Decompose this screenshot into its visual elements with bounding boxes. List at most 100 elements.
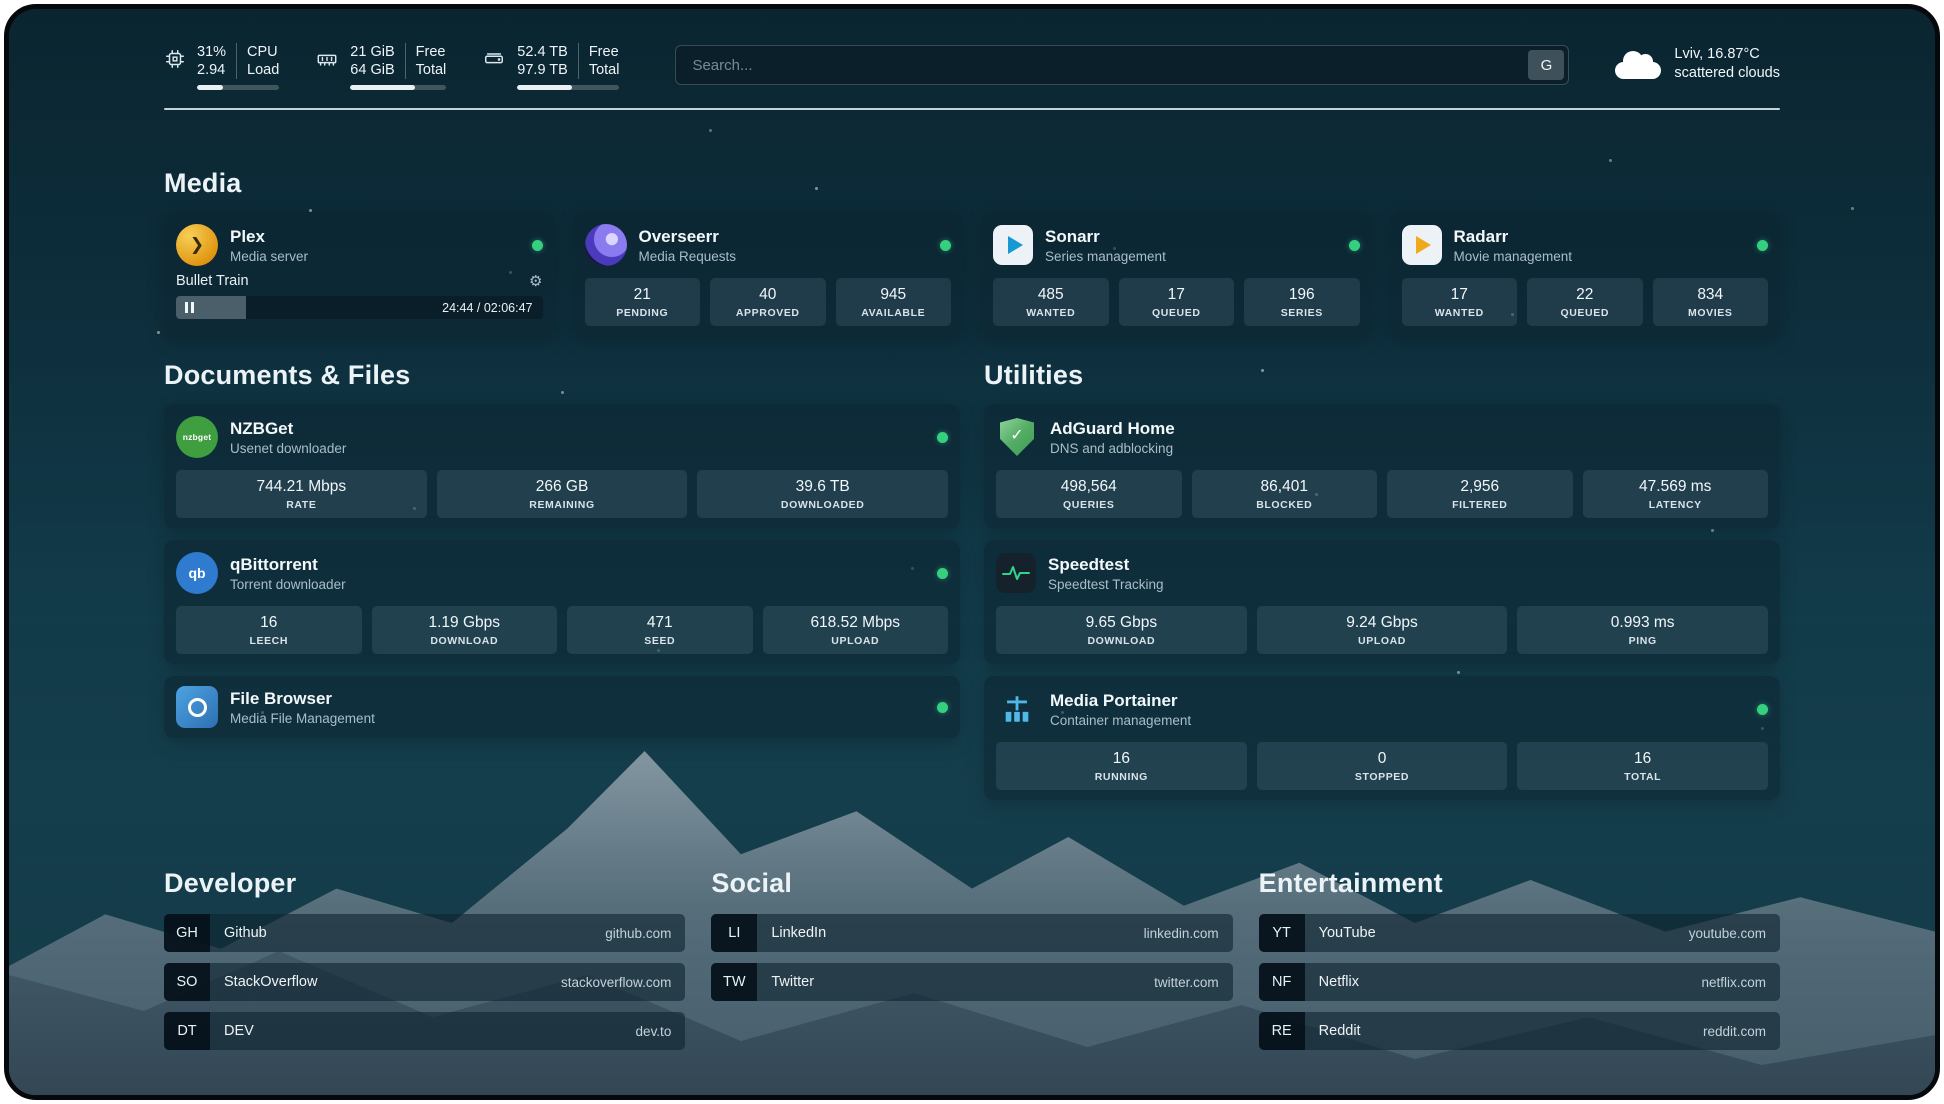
stat-total: 16 TOTAL: [1517, 742, 1768, 790]
dashboard-screen: 31% 2.94 CPU Load: [4, 4, 1940, 1100]
bookmark-reddit[interactable]: RE Reddit reddit.com: [1259, 1012, 1780, 1050]
bookmark-name: Netflix: [1319, 974, 1359, 990]
memory-progress-bar: [350, 85, 446, 90]
bookmark-twitter[interactable]: TW Twitter twitter.com: [711, 963, 1232, 1001]
bookmark-domain: reddit.com: [1703, 1024, 1766, 1039]
bookmark-dev[interactable]: DT DEV dev.to: [164, 1012, 685, 1050]
now-playing-title: Bullet Train: [176, 273, 249, 289]
service-name: Speedtest: [1048, 554, 1164, 575]
stat-series: 196 SERIES: [1244, 278, 1360, 326]
card-speedtest[interactable]: Speedtest Speedtest Tracking 9.65 Gbps D…: [984, 540, 1780, 664]
playback-time: 24:44 / 02:06:47: [442, 301, 542, 315]
status-dot-online: [937, 702, 948, 713]
section-title-documents: Documents & Files: [164, 360, 960, 391]
card-plex[interactable]: Plex Media server Bullet Train 24:44 / 0…: [164, 212, 555, 336]
search-input[interactable]: [675, 45, 1569, 85]
stat-approved: 40 APPROVED: [710, 278, 826, 326]
search-bar: G: [675, 45, 1569, 85]
bookmarks-social: Social LI LinkedIn linkedin.com TW Twitt…: [711, 868, 1232, 1012]
settings-gear-icon[interactable]: [529, 274, 542, 289]
nzbget-icon: nzbget: [176, 416, 218, 458]
bookmark-domain: linkedin.com: [1144, 926, 1219, 941]
bookmark-netflix[interactable]: NF Netflix netflix.com: [1259, 963, 1780, 1001]
bookmark-name: Reddit: [1319, 1023, 1361, 1039]
bookmark-stackoverflow[interactable]: SO StackOverflow stackoverflow.com: [164, 963, 685, 1001]
portainer-crane-icon: [996, 688, 1038, 730]
cloud-icon: [1615, 62, 1661, 79]
status-dot-online: [940, 240, 951, 251]
status-dot-online: [1757, 704, 1768, 715]
overseerr-icon: [585, 224, 627, 266]
weather-widget: Lviv, 16.87°C scattered clouds: [1615, 45, 1780, 83]
card-portainer[interactable]: Media Portainer Container management 16 …: [984, 676, 1780, 800]
memory-free-value: 21 GiB: [350, 43, 394, 61]
bookmark-domain: netflix.com: [1701, 975, 1766, 990]
stat-latency: 47.569 ms LATENCY: [1583, 470, 1769, 518]
bookmark-name: StackOverflow: [224, 974, 317, 990]
stat-downloaded: 39.6 TB DOWNLOADED: [697, 470, 948, 518]
service-name: AdGuard Home: [1050, 418, 1175, 439]
stat-pending: 21 PENDING: [585, 278, 701, 326]
service-subtitle: Media File Management: [230, 710, 375, 727]
card-qbittorrent[interactable]: qb qBittorrent Torrent downloader 16 LEE…: [164, 540, 960, 664]
weather-location: Lviv, 16.87°C: [1674, 45, 1780, 64]
bookmark-youtube[interactable]: YT YouTube youtube.com: [1259, 914, 1780, 952]
qbittorrent-icon: qb: [176, 552, 218, 594]
resource-widgets: 31% 2.94 CPU Load: [164, 43, 619, 90]
stat-upload: 618.52 Mbps UPLOAD: [763, 606, 949, 654]
service-name: NZBGet: [230, 418, 346, 439]
search-provider-button[interactable]: G: [1528, 50, 1564, 80]
bookmark-domain: github.com: [605, 926, 671, 941]
cpu-chip-icon: [164, 48, 186, 70]
adguard-shield-icon: [996, 416, 1038, 458]
weather-condition: scattered clouds: [1674, 64, 1780, 83]
card-filebrowser[interactable]: File Browser Media File Management: [164, 676, 960, 738]
stat-download: 1.19 Gbps DOWNLOAD: [372, 606, 558, 654]
stat-wanted: 17 WANTED: [1402, 278, 1518, 326]
cpu-progress-bar: [197, 85, 279, 90]
stat-queued: 22 QUEUED: [1527, 278, 1643, 326]
card-adguard[interactable]: AdGuard Home DNS and adblocking 498,564 …: [984, 404, 1780, 528]
card-sonarr[interactable]: Sonarr Series management 485 WANTED 17 Q…: [981, 212, 1372, 336]
service-subtitle: Torrent downloader: [230, 576, 346, 593]
bookmark-github[interactable]: GH Github github.com: [164, 914, 685, 952]
bookmark-name: DEV: [224, 1023, 254, 1039]
bookmark-abbr: TW: [711, 963, 757, 1001]
bookmark-name: LinkedIn: [771, 925, 826, 941]
memory-widget: 21 GiB 64 GiB Free Total: [315, 43, 446, 90]
bookmark-name: Twitter: [771, 974, 814, 990]
section-title-utilities: Utilities: [984, 360, 1780, 391]
service-subtitle: Movie management: [1454, 248, 1573, 265]
card-radarr[interactable]: Radarr Movie management 17 WANTED 22 QUE…: [1390, 212, 1781, 336]
bookmark-linkedin[interactable]: LI LinkedIn linkedin.com: [711, 914, 1232, 952]
bookmark-abbr: YT: [1259, 914, 1305, 952]
service-name: Sonarr: [1045, 226, 1166, 247]
status-dot-online: [1757, 240, 1768, 251]
bookmark-domain: stackoverflow.com: [561, 975, 671, 990]
stat-rate: 744.21 Mbps RATE: [176, 470, 427, 518]
stat-blocked: 86,401 BLOCKED: [1192, 470, 1378, 518]
disk-total-label: Total: [589, 61, 620, 79]
section-title-developer: Developer: [164, 868, 685, 899]
bookmark-abbr: LI: [711, 914, 757, 952]
card-overseerr[interactable]: Overseerr Media Requests 21 PENDING 40 A…: [573, 212, 964, 336]
bookmark-domain: youtube.com: [1689, 926, 1766, 941]
bookmark-name: Github: [224, 925, 267, 941]
pause-icon[interactable]: [185, 302, 194, 313]
disk-progress-bar: [517, 85, 619, 90]
bookmark-domain: dev.to: [636, 1024, 672, 1039]
status-dot-online: [937, 568, 948, 579]
radarr-icon: [1402, 225, 1442, 265]
bookmark-abbr: NF: [1259, 963, 1305, 1001]
section-title-social: Social: [711, 868, 1232, 899]
service-name: Radarr: [1454, 226, 1573, 247]
stat-stopped: 0 STOPPED: [1257, 742, 1508, 790]
service-subtitle: Media Requests: [639, 248, 737, 265]
playback-progress-bar[interactable]: 24:44 / 02:06:47: [176, 296, 543, 319]
stat-movies: 834 MOVIES: [1653, 278, 1769, 326]
card-nzbget[interactable]: nzbget NZBGet Usenet downloader 744.21 M…: [164, 404, 960, 528]
stat-download: 9.65 Gbps DOWNLOAD: [996, 606, 1247, 654]
service-subtitle: Speedtest Tracking: [1048, 576, 1164, 593]
stat-filtered: 2,956 FILTERED: [1387, 470, 1573, 518]
disk-widget: 52.4 TB 97.9 TB Free Total: [482, 43, 619, 90]
